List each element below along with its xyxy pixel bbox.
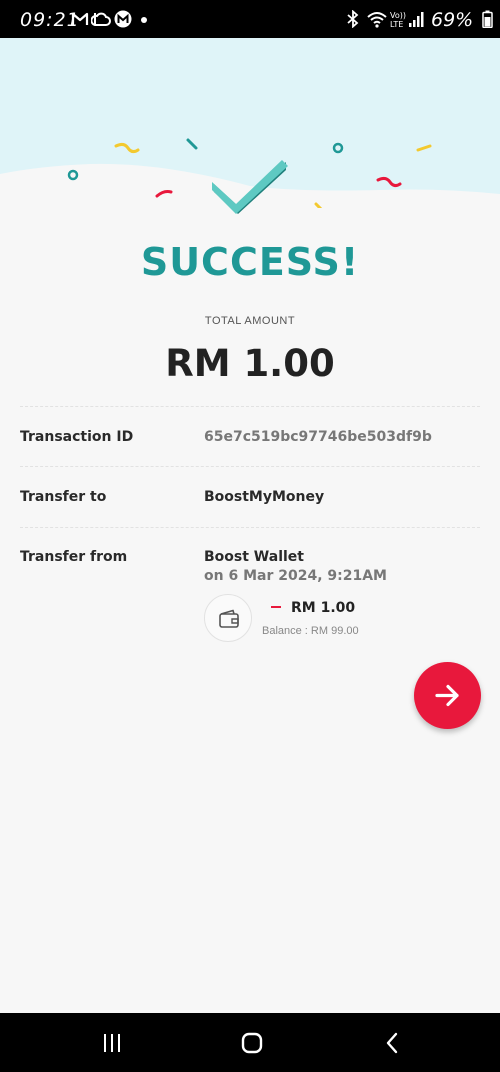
notification-dot <box>141 17 147 23</box>
arrow-right-icon <box>435 684 459 707</box>
status-bar: 09:21 Vo)) LTE 69% <box>0 0 500 38</box>
recent-apps-button[interactable] <box>92 1029 132 1057</box>
divider <box>20 466 480 467</box>
back-button[interactable] <box>372 1029 412 1057</box>
gmail-icon <box>71 12 89 25</box>
wallet-debit-amount: RM 1.00 <box>291 600 356 616</box>
bluetooth-icon <box>347 10 359 28</box>
wifi-icon <box>367 12 387 28</box>
transfer-from-date: on 6 Mar 2024, 9:21AM <box>204 568 387 584</box>
divider <box>20 527 480 528</box>
volte-icon: Vo)) LTE <box>390 11 406 28</box>
wallet-icon <box>219 609 239 628</box>
total-amount-label: TOTAL AMOUNT <box>204 315 296 327</box>
total-amount: RM 1.00 <box>165 342 335 385</box>
back-icon <box>386 1032 398 1054</box>
battery-percent: 69% <box>431 9 474 31</box>
success-title: SUCCESS! <box>140 240 360 284</box>
divider <box>20 406 480 407</box>
transfer-to-value: BoostMyMoney <box>204 489 325 505</box>
wallet-balance: Balance : RM 99.00 <box>262 625 359 637</box>
checkmark-icon <box>212 160 288 214</box>
transaction-id-value: 65e7c519bc97746be503df9b <box>204 429 432 445</box>
wallet-badge <box>204 594 252 642</box>
home-icon <box>241 1032 263 1054</box>
home-button[interactable] <box>232 1029 272 1057</box>
transfer-to-label: Transfer to <box>20 489 107 505</box>
svg-text:Vo)): Vo)) <box>390 11 406 20</box>
system-nav-bar <box>0 1013 500 1072</box>
success-screen: 09:21 Vo)) LTE 69% SUCCESS! TOTAL AMOUNT… <box>0 0 500 1072</box>
cloud-icon <box>91 12 111 26</box>
maxis-icon <box>114 10 132 28</box>
transaction-id-label: Transaction ID <box>20 429 134 445</box>
debit-minus-icon <box>271 606 281 608</box>
battery-icon <box>482 10 493 28</box>
transfer-from-value: Boost Wallet <box>204 549 304 565</box>
svg-text:LTE: LTE <box>390 20 403 28</box>
transfer-from-label: Transfer from <box>20 549 128 565</box>
recent-apps-icon <box>104 1034 120 1052</box>
signal-icon <box>409 12 424 27</box>
next-button[interactable] <box>414 662 481 729</box>
